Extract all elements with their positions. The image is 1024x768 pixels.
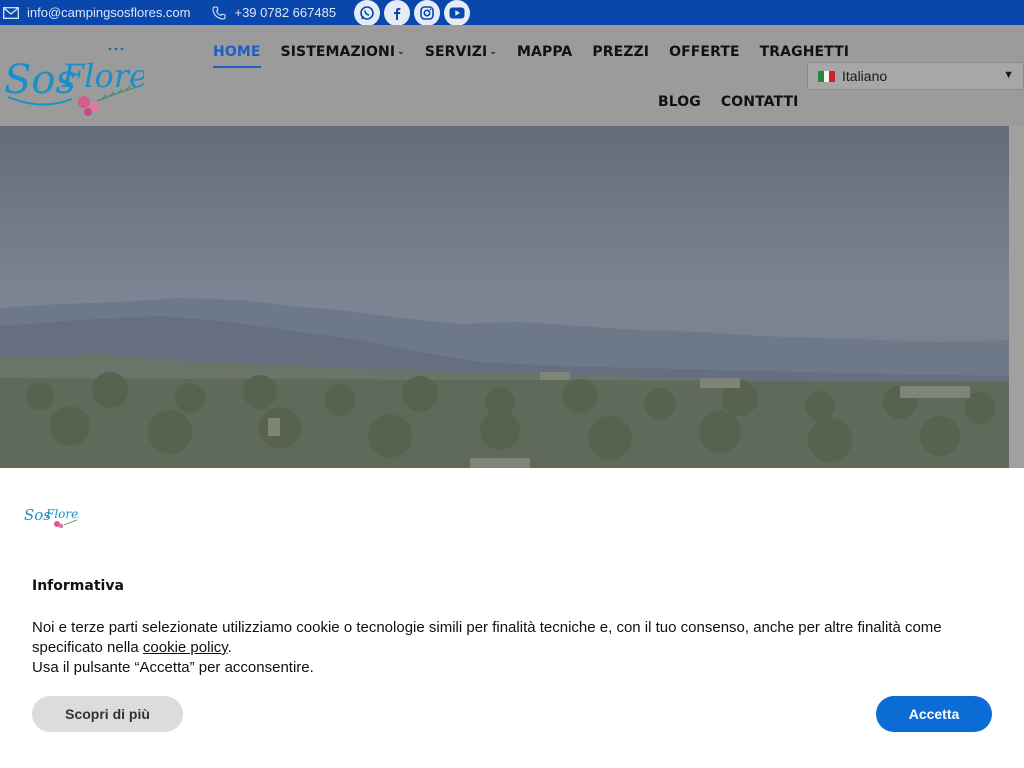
nav-mappa[interactable]: MAPPA (517, 41, 572, 63)
caret-down-icon: ▼ (1003, 69, 1014, 81)
site-header: Sos Flores HOME SISTEMAZIONI⌄ SERVIZI⌄ M… (0, 25, 1024, 126)
nav-servizi[interactable]: SERVIZI ⌄ (425, 41, 497, 63)
social-links (354, 0, 471, 26)
phone-text: +39 0782 667485 (234, 5, 337, 20)
nav-traghetti[interactable]: TRAGHETTI (760, 41, 849, 63)
cookie-text: Noi e terze parti selezionate utilizziam… (32, 618, 992, 678)
nav-sistemazioni[interactable]: SISTEMAZIONI ⌄ (281, 41, 405, 63)
landscape-image (0, 298, 1009, 468)
email-text: info@campingsosflores.com (27, 5, 191, 20)
facebook-icon[interactable] (384, 0, 411, 26)
nav-offerte-label: OFFERTE (669, 44, 740, 60)
cookie-policy-link[interactable]: cookie policy (143, 639, 228, 656)
nav-home[interactable]: HOME (213, 41, 261, 68)
whatsapp-icon[interactable] (354, 0, 381, 26)
nav-blog-label: BLOG (658, 94, 701, 110)
chevron-down-icon: ⌄ (397, 47, 405, 57)
sosflores-logo[interactable]: Sos Flores (2, 35, 144, 117)
nav-offerte[interactable]: OFFERTE (669, 41, 740, 63)
nav-prezzi[interactable]: PREZZI (592, 41, 649, 63)
nav-home-label: HOME (213, 44, 261, 60)
chevron-down-icon: ⌄ (489, 47, 498, 57)
main-nav: HOME SISTEMAZIONI ⌄ SERVIZI ⌄ MAPPA PREZZI… (213, 41, 869, 68)
accept-button[interactable]: Accetta (876, 696, 992, 732)
nav-sistemazioni-label: SISTEMAZIONI (280, 44, 396, 60)
nav-blog[interactable]: BLOG (658, 91, 701, 113)
svg-text:Flores: Flores (45, 507, 79, 521)
cookie-text-period: . (227, 639, 232, 656)
sosflores-logo-small: Sos Flores (24, 506, 79, 529)
cookie-text-line2: Usa il pulsante “Accetta” per acconsenti… (32, 659, 314, 676)
nav-traghetti-label: TRAGHETTI (759, 44, 850, 60)
phone-icon (212, 5, 227, 20)
nav-contatti[interactable]: CONTATTI (721, 91, 799, 113)
cookie-banner: Sos Flores Informativa Noi e terze parti… (0, 468, 1024, 768)
envelope-icon (3, 6, 19, 19)
top-bar: info@campingsosflores.com +39 0782 66748… (0, 0, 1024, 26)
nav-prezzi-label: PREZZI (592, 44, 650, 60)
main-nav-row-2: BLOG CONTATTI (658, 91, 818, 113)
nav-mappa-label: MAPPA (517, 44, 573, 60)
instagram-icon[interactable] (414, 0, 441, 26)
youtube-icon[interactable] (444, 0, 471, 26)
hero-image (0, 126, 1009, 468)
cookie-title: Informativa (32, 578, 124, 594)
nav-servizi-label: SERVIZI (424, 44, 488, 60)
italy-flag-icon (818, 70, 836, 82)
scrollbar-gutter (1009, 126, 1024, 468)
phone-link[interactable]: +39 0782 667485 (212, 5, 336, 20)
nav-contatti-label: CONTATTI (720, 94, 799, 110)
learn-more-button[interactable]: Scopri di più (32, 696, 183, 732)
language-selected: Italiano (842, 68, 888, 84)
language-select[interactable]: Italiano ▼ (807, 62, 1024, 90)
email-link[interactable]: info@campingsosflores.com (3, 5, 190, 20)
